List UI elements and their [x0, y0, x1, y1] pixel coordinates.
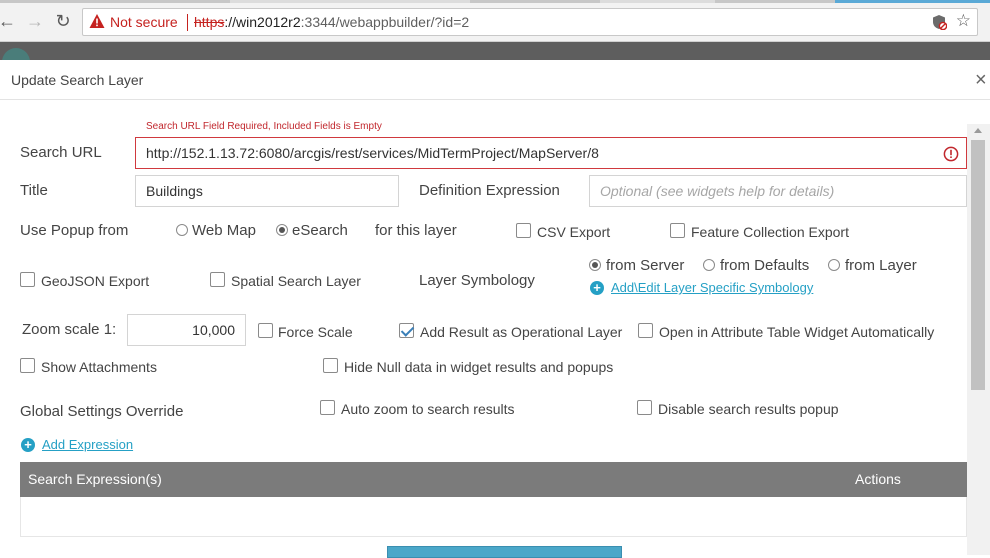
ok-button[interactable] [387, 546, 622, 558]
dialog-title: Update Search Layer [11, 72, 144, 88]
add-result-operational-checkbox[interactable] [399, 323, 414, 338]
zoom-scale-label: Zoom scale 1: [22, 321, 117, 338]
symbology-server-radio[interactable] [589, 259, 601, 271]
forward-arrow-icon[interactable]: → [24, 10, 46, 32]
force-scale-checkbox[interactable] [258, 323, 273, 338]
scroll-up-arrow-icon[interactable] [974, 128, 982, 133]
hide-null-label[interactable]: Hide Null data in widget results and pop… [344, 359, 613, 375]
spatial-search-layer-checkbox[interactable] [210, 272, 225, 287]
symbology-layer-radio[interactable] [828, 259, 840, 271]
search-url-label: Search URL [20, 144, 102, 161]
symbology-layer-label[interactable]: from Layer [845, 257, 917, 274]
add-result-operational-label[interactable]: Add Result as Operational Layer [420, 324, 622, 340]
search-url-error-message: Search URL Field Required, Included Fiel… [146, 121, 382, 132]
scrollbar-thumb[interactable] [971, 140, 985, 390]
bookmark-star-icon[interactable]: ☆ [956, 12, 971, 30]
csv-export-label[interactable]: CSV Export [537, 224, 610, 240]
open-attribute-table-label[interactable]: Open in Attribute Table Widget Automatic… [659, 324, 934, 340]
add-expression-plus-icon[interactable]: + [21, 438, 35, 452]
popup-webmap-radio[interactable] [176, 224, 188, 236]
auto-zoom-label[interactable]: Auto zoom to search results [341, 401, 515, 417]
warning-triangle-icon[interactable] [89, 13, 105, 29]
hide-null-checkbox[interactable] [323, 358, 338, 373]
csv-export-checkbox[interactable] [516, 223, 531, 238]
popup-esearch-radio[interactable] [276, 224, 288, 236]
global-settings-label: Global Settings Override [20, 403, 184, 420]
geojson-export-label[interactable]: GeoJSON Export [41, 273, 149, 289]
spatial-search-layer-label[interactable]: Spatial Search Layer [231, 273, 361, 289]
disable-popup-checkbox[interactable] [637, 400, 652, 415]
search-url-input[interactable]: http://152.1.13.72:6080/arcgis/rest/serv… [135, 137, 967, 169]
error-circle-icon [943, 146, 959, 162]
browser-toolbar: ← → ↻ Not secure https://win2012r2:3344/… [0, 0, 990, 42]
feature-collection-export-checkbox[interactable] [670, 223, 685, 238]
show-attachments-label[interactable]: Show Attachments [41, 359, 157, 375]
address-bar[interactable]: Not secure https://win2012r2:3344/webapp… [82, 8, 978, 36]
popup-esearch-label[interactable]: eSearch [292, 222, 348, 239]
security-divider [187, 14, 188, 31]
add-edit-symbology-link[interactable]: Add\Edit Layer Specific Symbology [611, 280, 813, 295]
add-symbology-plus-icon[interactable]: + [590, 281, 604, 295]
url-path: :3344/webappbuilder/?id=2 [300, 14, 470, 30]
show-attachments-checkbox[interactable] [20, 358, 35, 373]
title-label: Title [20, 182, 48, 199]
dialog-scrollbar[interactable] [967, 124, 990, 555]
title-input[interactable]: Buildings [135, 175, 399, 207]
column-search-expressions: Search Expression(s) [28, 471, 162, 487]
add-expression-link[interactable]: Add Expression [42, 437, 133, 452]
layer-symbology-label: Layer Symbology [419, 272, 535, 289]
column-actions: Actions [855, 471, 901, 487]
dialog-header: Update Search Layer × [0, 60, 990, 100]
force-scale-label[interactable]: Force Scale [278, 324, 353, 340]
tab-strip [0, 0, 990, 3]
symbology-defaults-radio[interactable] [703, 259, 715, 271]
zoom-scale-input[interactable]: 10,000 [127, 314, 246, 346]
url-text[interactable]: https://win2012r2:3344/webappbuilder/?id… [194, 14, 469, 30]
feature-collection-export-label[interactable]: Feature Collection Export [691, 224, 849, 240]
auto-zoom-checkbox[interactable] [320, 400, 335, 415]
definition-expression-input[interactable]: Optional (see widgets help for details) [589, 175, 967, 207]
url-scheme: https [194, 14, 225, 30]
url-host: ://win2012r2 [224, 14, 301, 30]
page-backdrop [0, 42, 990, 76]
open-attribute-table-checkbox[interactable] [638, 323, 653, 338]
popup-webmap-label[interactable]: Web Map [192, 222, 256, 239]
expressions-table-header: Search Expression(s) Actions [20, 462, 967, 497]
popup-suffix-label: for this layer [375, 222, 457, 239]
disable-popup-label[interactable]: Disable search results popup [658, 401, 839, 417]
symbology-server-label[interactable]: from Server [606, 257, 684, 274]
geojson-export-checkbox[interactable] [20, 272, 35, 287]
blocked-content-icon[interactable] [931, 14, 947, 30]
use-popup-label: Use Popup from [20, 222, 129, 239]
close-icon[interactable]: × [975, 70, 987, 90]
update-search-layer-dialog: Update Search Layer × Search URL Field R… [0, 60, 990, 558]
expressions-table-body [20, 497, 967, 537]
not-secure-label[interactable]: Not secure [110, 14, 178, 30]
reload-icon[interactable]: ↻ [52, 10, 74, 32]
back-arrow-icon[interactable]: ← [0, 10, 18, 32]
definition-expression-label: Definition Expression [419, 182, 560, 199]
symbology-defaults-label[interactable]: from Defaults [720, 257, 809, 274]
